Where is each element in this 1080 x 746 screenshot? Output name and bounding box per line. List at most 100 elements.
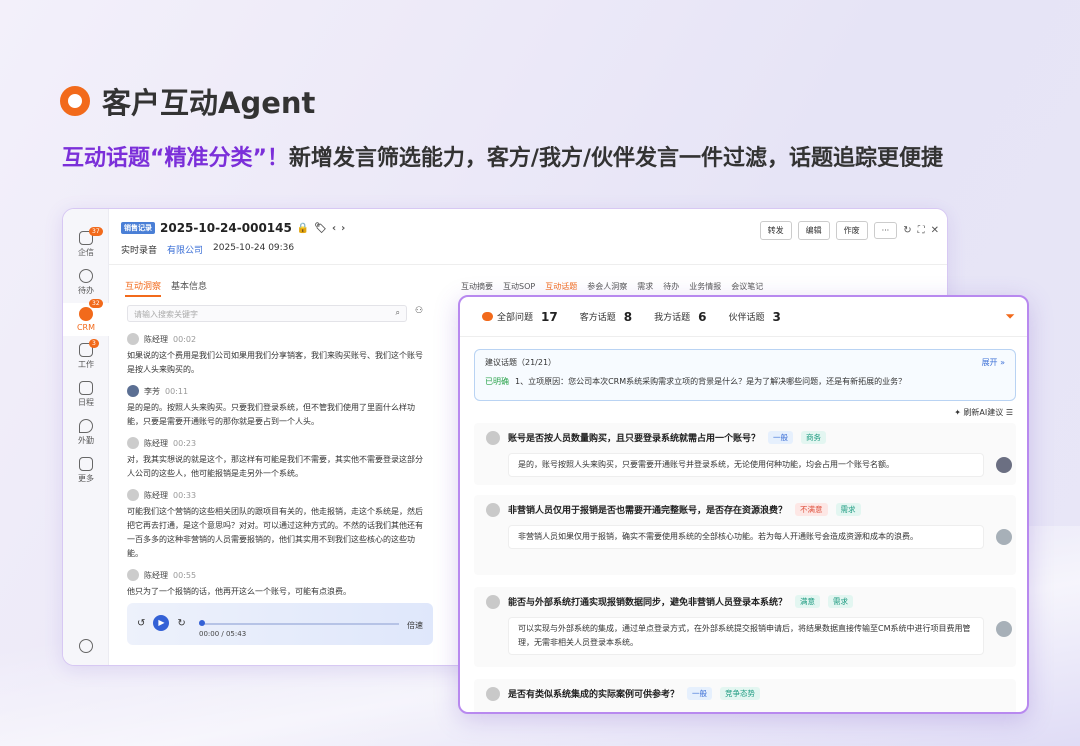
search-icon[interactable]: ⌕: [396, 308, 400, 318]
timestamp[interactable]: 00:55: [173, 571, 196, 580]
tab-insight[interactable]: 互动洞察: [125, 279, 162, 297]
edit-button[interactable]: 编辑: [797, 221, 830, 240]
banner-title: 客户互动Agent: [60, 80, 315, 122]
right-tabs: 互动摘要 互动SOP 互动话题 参会人洞察 需求 待办 业务情报 会议笔记: [461, 281, 763, 292]
rewind-icon[interactable]: ↺: [137, 618, 145, 629]
tab-topics[interactable]: 互动话题: [545, 281, 577, 292]
sidebar-item-label: 更多: [78, 474, 94, 483]
tag-pill: 一般: [687, 687, 713, 700]
avatar: [127, 569, 139, 581]
message-text: 如果说的这个费用是我们公司如果用我们分享销客，我们来购买账号、我们这个账号是按人…: [127, 351, 423, 374]
tab-business-intel[interactable]: 业务情报: [689, 281, 721, 292]
forward-button[interactable]: 转发: [759, 221, 792, 240]
progress-bar[interactable]: [199, 623, 399, 625]
sidebar-item-label: 企信: [78, 248, 94, 257]
suggested-topics: 建议话题（21/21） 展开 » 已明确 1、立项原因：您公司本次CRM系统采购需…: [474, 349, 1016, 401]
avatar: [996, 621, 1012, 637]
tag-pill: 竞争态势: [720, 687, 761, 700]
answer-text: 非营销人员如果仅用于报销，确实不需要使用系统的全部核心功能。若为每人开通账号会造…: [508, 525, 984, 549]
filter-label: 我方话题: [654, 313, 691, 323]
sidebar-item-work[interactable]: 3 工作: [63, 339, 109, 370]
list-item: 陈经理 00:23 对，我其实想说的就是这个，那这样有可能是我们不需要，其实他不需要…: [127, 437, 432, 481]
question-text: 非营销人员仅用于报销是否也需要开通完整账号，是否存在资源浪费？: [508, 506, 788, 516]
sidebar-item-more[interactable]: 更多: [63, 457, 109, 484]
next-icon[interactable]: ›: [341, 223, 345, 234]
headline-highlight: 互动话题“精准分类”！: [62, 146, 289, 171]
avatar: [127, 333, 139, 345]
more-button[interactable]: ···: [873, 222, 898, 239]
filter-count: 17: [541, 309, 558, 324]
tag-icon[interactable]: 🏷: [314, 223, 327, 234]
sidebar-item-label: 日程: [78, 398, 94, 407]
void-button[interactable]: 作废: [835, 221, 868, 240]
timestamp[interactable]: 00:11: [165, 387, 188, 396]
close-icon[interactable]: ✕: [931, 225, 939, 236]
calendar-icon: [79, 381, 93, 395]
question-text: 能否与外部系统打通实现报销数据同步，避免非营销人员登录本系统？: [508, 598, 788, 608]
question-card[interactable]: 非营销人员仅用于报销是否也需要开通完整账号，是否存在资源浪费？ 不满意 需求 非营销…: [474, 495, 1016, 575]
refresh-icon[interactable]: ↻: [903, 225, 911, 236]
settings-button[interactable]: [63, 639, 109, 655]
question-card[interactable]: 是否有类似系统集成的实际案例可供参考？ 一般 竞争态势: [474, 679, 1016, 712]
filter-funnel-icon[interactable]: ⏷: [1005, 309, 1015, 324]
progress-handle[interactable]: [199, 620, 205, 626]
gear-icon: [79, 639, 93, 653]
playback-time: 00:00 / 05:43: [199, 630, 247, 638]
prev-icon[interactable]: ‹: [332, 223, 336, 234]
lock-icon[interactable]: 🔒: [297, 223, 309, 234]
filter-client[interactable]: 客方话题 8: [572, 306, 640, 328]
company-link[interactable]: 有限公司: [167, 243, 203, 256]
sidebar-item-field[interactable]: 外勤: [63, 419, 109, 446]
question-text: 是否有类似系统集成的实际案例可供参考？: [508, 690, 680, 700]
search-input[interactable]: 请输入搜索关键字 ⌕: [127, 305, 407, 322]
answer-text: 可以实现与外部系统的集成，通过单点登录方式，在外部系统提交报销申请后，将结果数据…: [508, 617, 984, 655]
filter-bar: 全部问题 17 客方话题 8 我方话题 6 伙伴话题 3 ⏷: [460, 297, 1027, 337]
play-button[interactable]: ▶: [153, 615, 170, 631]
avatar: [486, 431, 500, 445]
sidebar-item-schedule[interactable]: 日程: [63, 381, 109, 408]
tab-basic-info[interactable]: 基本信息: [171, 279, 207, 297]
tag-pill: 需求: [835, 503, 861, 516]
sidebar-item-todo[interactable]: 待办: [63, 269, 109, 296]
filter-ours[interactable]: 我方话题 6: [646, 306, 714, 328]
tab-needs[interactable]: 需求: [637, 281, 653, 292]
message-text: 是的是的。按照人头来购买。只要我们登录系统，但不管我们使用了里面什么样功能，只要…: [127, 403, 415, 426]
tab-summary[interactable]: 互动摘要: [461, 281, 493, 292]
speaker-filter-icon[interactable]: ⚇: [415, 306, 423, 316]
filter-label: 伙伴话题: [728, 313, 765, 323]
refresh-label: 刷新AI建议: [963, 408, 1004, 417]
left-tabs: 互动洞察 基本信息: [125, 279, 207, 297]
timestamp[interactable]: 00:33: [173, 491, 196, 500]
avatar: [996, 529, 1012, 545]
list-item: 李芳 00:11 是的是的。按照人头来购买。只要我们登录系统，但不管我们使用了里面什…: [127, 385, 432, 429]
expand-label: 展开: [981, 358, 998, 367]
list-item: 陈经理 00:02 如果说的这个费用是我们公司如果用我们分享销客，我们来购买账号、我…: [127, 333, 432, 377]
filter-all[interactable]: 全部问题 17: [474, 305, 566, 328]
speed-button[interactable]: 倍速: [407, 620, 423, 631]
sidebar-item-qixin[interactable]: 37 企信: [63, 227, 109, 258]
tab-notes[interactable]: 会议笔记: [731, 281, 763, 292]
timestamp[interactable]: 00:23: [173, 439, 196, 448]
tab-todo[interactable]: 待办: [663, 281, 679, 292]
speaker-name: 陈经理: [144, 334, 168, 344]
question-card[interactable]: 账号是否按人员数量购买，且只要登录系统就需占用一个账号？ 一般 商务 是的，账号按照…: [474, 423, 1016, 485]
orange-dot-icon: [60, 86, 90, 116]
tab-sop[interactable]: 互动SOP: [503, 281, 535, 292]
sidebar-badge: 3: [89, 339, 99, 348]
question-card[interactable]: 能否与外部系统打通实现报销数据同步，避免非营销人员登录本系统？ 满意 需求 可以实现…: [474, 587, 1016, 667]
question-text: 账号是否按人员数量购买，且只要登录系统就需占用一个账号？: [508, 434, 761, 444]
refresh-ai-button[interactable]: ✦ 刷新AI建议 ☰: [954, 407, 1013, 418]
sidebar-item-crm[interactable]: 32 CRM: [63, 299, 109, 336]
answer-text: 是的，账号按照人头来购买，只要需要开通账号并登录系统，无论使用何种功能，均会占用…: [508, 453, 984, 477]
suggested-text: 1、立项原因：您公司本次CRM系统采购需求立项的背景是什么？是为了解决哪些问题，…: [515, 377, 907, 386]
filter-partner[interactable]: 伙伴话题 3: [720, 306, 788, 328]
tag-pill: 需求: [828, 595, 854, 608]
tab-attendee-insight[interactable]: 参会人洞察: [587, 281, 627, 292]
forward-icon[interactable]: ↻: [177, 618, 185, 629]
timestamp[interactable]: 00:02: [173, 335, 196, 344]
tag-pill: 满意: [795, 595, 821, 608]
avatar: [486, 503, 500, 517]
headline-rest: 新增发言筛选能力，客方/我方/伙伴发言一件过滤，话题追踪更便捷: [288, 146, 943, 171]
fullscreen-icon[interactable]: ⛶: [918, 225, 925, 236]
expand-button[interactable]: 展开 »: [982, 357, 1005, 368]
